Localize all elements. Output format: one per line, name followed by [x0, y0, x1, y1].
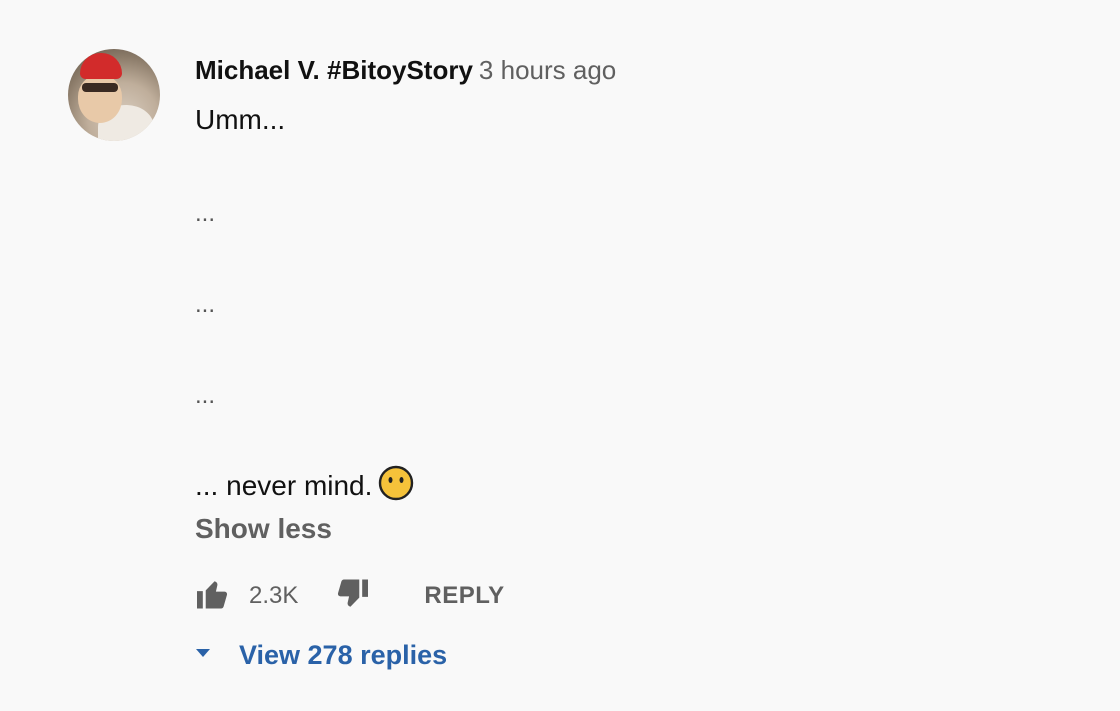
thumbs-up-icon [195, 578, 231, 615]
comment-line-4: ... [195, 382, 216, 409]
show-less-button[interactable]: Show less [195, 513, 332, 545]
comment-line-2: ... [195, 200, 216, 227]
reply-button[interactable]: REPLY [424, 582, 504, 610]
comment-thread: Michael V. #BitoyStory 3 hours ago Umm...… [0, 0, 1120, 711]
neutral-face-emoji [378, 465, 414, 508]
avatar[interactable] [68, 49, 160, 141]
like-button[interactable] [195, 578, 231, 615]
avatar-glasses [82, 83, 118, 92]
comment-line-1: Umm... [195, 104, 286, 135]
comment-actions: 2.3K REPLY [195, 578, 505, 614]
thumbs-down-icon [334, 578, 370, 615]
avatar-cap [80, 53, 122, 79]
comment-header: Michael V. #BitoyStory 3 hours ago [195, 55, 616, 85]
comment-line-5: ... never mind. [195, 465, 414, 508]
view-replies-label: View 278 replies [239, 640, 448, 670]
comment-line-3: ... [195, 291, 216, 318]
dislike-button[interactable] [334, 578, 370, 615]
comment-line-5-text: ... never mind. [195, 470, 373, 501]
comment-timestamp[interactable]: 3 hours ago [479, 55, 616, 85]
like-count: 2.3K [249, 582, 299, 609]
view-replies-button[interactable]: View 278 replies [193, 640, 447, 671]
author-name[interactable]: Michael V. #BitoyStory [195, 55, 473, 85]
caret-down-icon [193, 646, 213, 665]
